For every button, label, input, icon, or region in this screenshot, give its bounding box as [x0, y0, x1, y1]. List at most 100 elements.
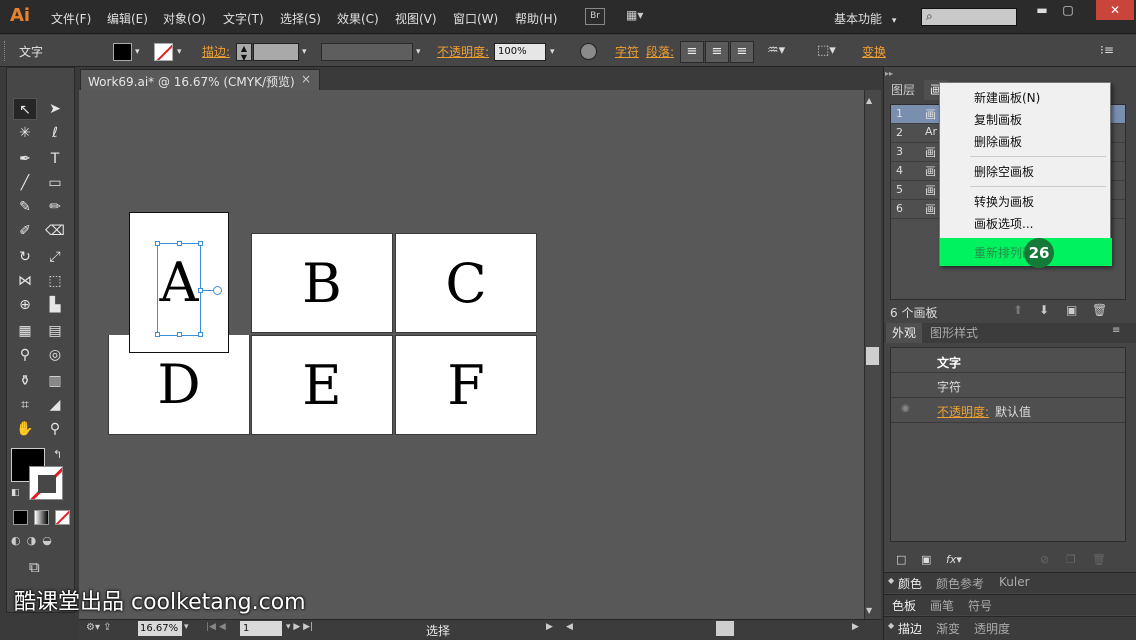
- selection-handle[interactable]: [155, 332, 160, 337]
- add-fill-icon[interactable]: ▣: [921, 553, 931, 566]
- menu-item-delete-empty-artboards[interactable]: 删除空画板: [974, 163, 1034, 180]
- shape-builder-tool-icon[interactable]: ⊕: [13, 294, 37, 316]
- scale-tool-icon[interactable]: ⤢: [43, 246, 67, 268]
- color-mode-icon[interactable]: [13, 510, 28, 525]
- panel-menu-icon[interactable]: ⁝≡: [1100, 43, 1114, 57]
- expand-icon[interactable]: ▸▸: [885, 69, 893, 78]
- status-menu-arrow-icon[interactable]: ▶: [546, 622, 553, 632]
- menu-select[interactable]: 选择(S): [280, 10, 321, 27]
- appearance-row-character[interactable]: 字符: [891, 373, 1125, 398]
- menu-file[interactable]: 文件(F): [51, 10, 91, 27]
- stroke-swatch[interactable]: [154, 43, 173, 61]
- selection-handle[interactable]: [177, 241, 182, 246]
- chevron-down-icon[interactable]: ▾: [416, 47, 421, 57]
- document-tab[interactable]: Work69.ai* @ 16.67% (CMYK/预览) ×: [80, 69, 320, 90]
- artboard-number-field[interactable]: 1: [240, 621, 282, 636]
- appearance-row-opacity[interactable]: ◉ 不透明度: 默认值: [891, 398, 1125, 423]
- eyedropper-tool-icon[interactable]: ⚲: [13, 344, 37, 366]
- recolor-icon[interactable]: [580, 43, 597, 60]
- bridge-button[interactable]: Br: [585, 8, 605, 25]
- symbol-sprayer-tool-icon[interactable]: ⚱: [13, 370, 37, 392]
- opacity-field[interactable]: 100%: [494, 43, 546, 61]
- gradient-mode-icon[interactable]: [34, 510, 49, 525]
- align-center-icon[interactable]: ≡: [705, 41, 729, 63]
- stroke-label[interactable]: 描边:: [202, 43, 230, 61]
- envelope-warp-icon[interactable]: ♒▾: [767, 43, 785, 58]
- none-mode-icon[interactable]: [55, 510, 70, 525]
- canvas[interactable]: A B C D E F: [79, 90, 864, 619]
- panel-menu-icon[interactable]: ≡: [1112, 325, 1120, 336]
- rotate-tool-icon[interactable]: ↻: [13, 246, 37, 268]
- stroke-stepper[interactable]: ▲ ▼: [236, 43, 252, 62]
- menu-window[interactable]: 窗口(W): [453, 10, 498, 27]
- fill-swatch[interactable]: [113, 43, 132, 61]
- maximize-icon[interactable]: ▢: [1056, 2, 1080, 18]
- opacity-link[interactable]: 不透明度:: [937, 403, 989, 420]
- gradient-tool-icon[interactable]: ▤: [43, 320, 67, 342]
- menu-item-delete-artboards[interactable]: 删除画板: [974, 133, 1022, 150]
- mesh-tool-icon[interactable]: ▦: [13, 320, 37, 342]
- tab-swatches[interactable]: 色板: [892, 597, 916, 614]
- zoom-tool-icon[interactable]: ⚲: [43, 418, 67, 440]
- menu-view[interactable]: 视图(V): [395, 10, 437, 27]
- first-artboard-icon[interactable]: |◀ ◀: [206, 622, 226, 632]
- menu-edit[interactable]: 编辑(E): [107, 10, 148, 27]
- chevron-down-icon[interactable]: ▾: [550, 47, 555, 57]
- artboard-b[interactable]: B: [251, 233, 393, 333]
- move-up-icon[interactable]: ⬆: [1013, 303, 1023, 317]
- hand-tool-icon[interactable]: ✋: [13, 418, 37, 440]
- tab-layers[interactable]: 图层: [885, 80, 921, 100]
- screen-mode-icon[interactable]: ⧉: [29, 558, 40, 576]
- align-objects-icon[interactable]: ⬚▾: [817, 43, 836, 58]
- menu-item-artboard-options[interactable]: 画板选项...: [974, 215, 1033, 232]
- character-link[interactable]: 字符: [615, 43, 639, 61]
- menu-item-new-artboard[interactable]: 新建画板(N): [974, 89, 1040, 106]
- default-colors-icon[interactable]: ◧: [11, 488, 20, 498]
- minimize-icon[interactable]: ▬: [1030, 2, 1054, 18]
- new-artboard-icon[interactable]: ▣: [1066, 303, 1077, 317]
- transform-link[interactable]: 变换: [862, 43, 886, 61]
- add-stroke-icon[interactable]: □: [896, 553, 906, 566]
- opacity-label[interactable]: 不透明度:: [437, 43, 489, 61]
- menu-item-convert-to-artboards[interactable]: 转换为画板: [974, 193, 1034, 210]
- zoom-field[interactable]: 16.67%: [138, 621, 182, 636]
- scroll-up-icon[interactable]: ▲: [866, 96, 872, 105]
- selection-handle[interactable]: [198, 241, 203, 246]
- artboard-tool-icon[interactable]: ⌗: [13, 394, 37, 416]
- selection-handle[interactable]: [155, 241, 160, 246]
- tab-color-guide[interactable]: 颜色参考: [936, 575, 984, 592]
- horizontal-scroll-thumb[interactable]: [716, 621, 734, 636]
- free-transform-tool-icon[interactable]: ⬚: [43, 270, 67, 292]
- lasso-tool-icon[interactable]: ℓ: [43, 122, 67, 144]
- scroll-left-icon[interactable]: ◀: [566, 622, 573, 632]
- tab-kuler[interactable]: Kuler: [999, 575, 1030, 589]
- stroke-color-box[interactable]: [29, 466, 63, 500]
- slice-tool-icon[interactable]: ◢: [43, 394, 67, 416]
- pencil-tool-icon[interactable]: ✏: [43, 196, 67, 218]
- close-icon[interactable]: ×: [301, 72, 311, 86]
- rectangle-tool-icon[interactable]: ▭: [43, 172, 67, 194]
- line-tool-icon[interactable]: ╱: [13, 172, 37, 194]
- paragraph-link[interactable]: 段落:: [646, 43, 674, 61]
- align-right-icon[interactable]: ≡: [730, 41, 754, 63]
- draw-mode-icon[interactable]: ◐◑◒: [11, 534, 71, 550]
- menu-help[interactable]: 帮助(H): [515, 10, 557, 27]
- arrange-documents-icon[interactable]: ▦▾: [626, 8, 654, 25]
- delete-artboard-icon[interactable]: 🗑: [1092, 303, 1107, 317]
- tab-brushes[interactable]: 画笔: [930, 597, 954, 614]
- tab-graphic-styles[interactable]: 图形样式: [924, 323, 984, 343]
- chevron-down-icon[interactable]: ▾: [184, 622, 189, 632]
- artboard-f[interactable]: F: [395, 335, 537, 435]
- menu-effect[interactable]: 效果(C): [337, 10, 379, 27]
- selection-tool-icon[interactable]: ↖: [13, 98, 37, 120]
- visibility-eye-icon[interactable]: ◉: [901, 403, 910, 414]
- tab-stroke[interactable]: 描边: [898, 620, 922, 637]
- chevron-down-icon[interactable]: ▾: [135, 47, 140, 57]
- menu-type[interactable]: 文字(T): [223, 10, 264, 27]
- direct-selection-tool-icon[interactable]: ➤: [43, 98, 67, 120]
- graph-tool-icon[interactable]: ▥: [43, 370, 67, 392]
- paintbrush-tool-icon[interactable]: ✎: [13, 196, 37, 218]
- width-tool-icon[interactable]: ⋈: [13, 270, 37, 292]
- stroke-weight-field[interactable]: [253, 43, 299, 61]
- selection-handle[interactable]: [177, 332, 182, 337]
